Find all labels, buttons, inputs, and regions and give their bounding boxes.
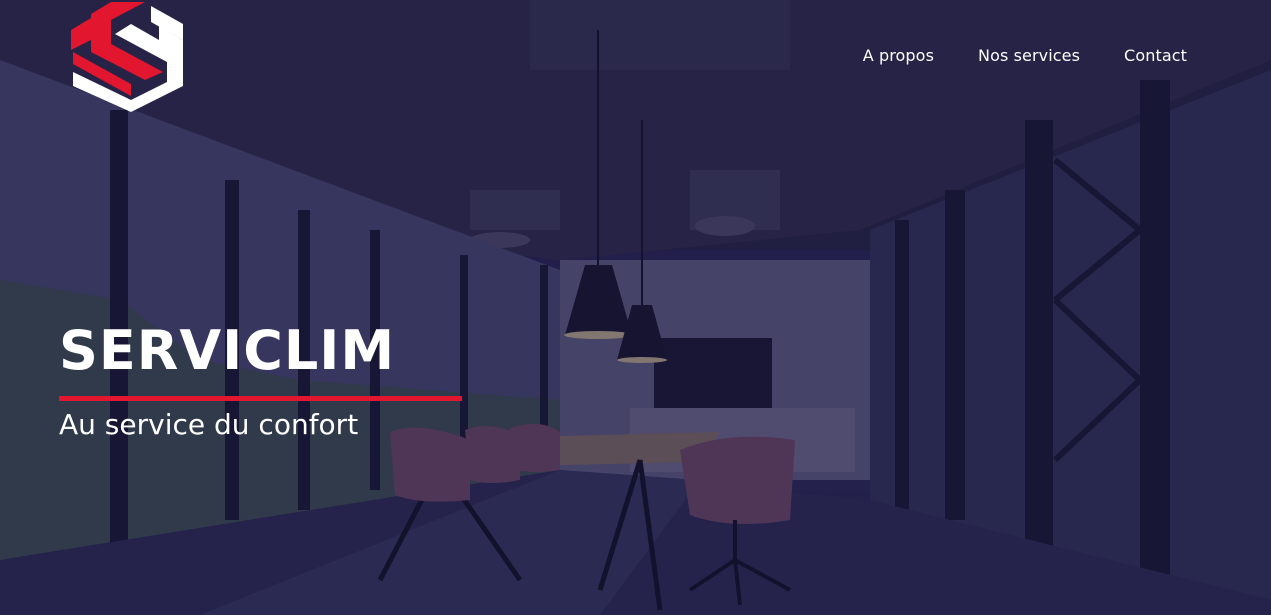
main-nav: A propos Nos services Contact	[863, 46, 1187, 65]
hero-subtitle: Au service du confort	[59, 408, 359, 441]
serviclim-logo-icon[interactable]	[71, 0, 185, 114]
title-underline	[59, 396, 462, 401]
nav-link-contact[interactable]: Contact	[1124, 46, 1187, 65]
hero-overlay	[0, 0, 1271, 615]
hero-title: SERVICLIM	[59, 319, 396, 382]
nav-link-nos-services[interactable]: Nos services	[978, 46, 1080, 65]
nav-link-a-propos[interactable]: A propos	[863, 46, 934, 65]
hero-section: A propos Nos services Contact SERVICLIM …	[0, 0, 1271, 615]
